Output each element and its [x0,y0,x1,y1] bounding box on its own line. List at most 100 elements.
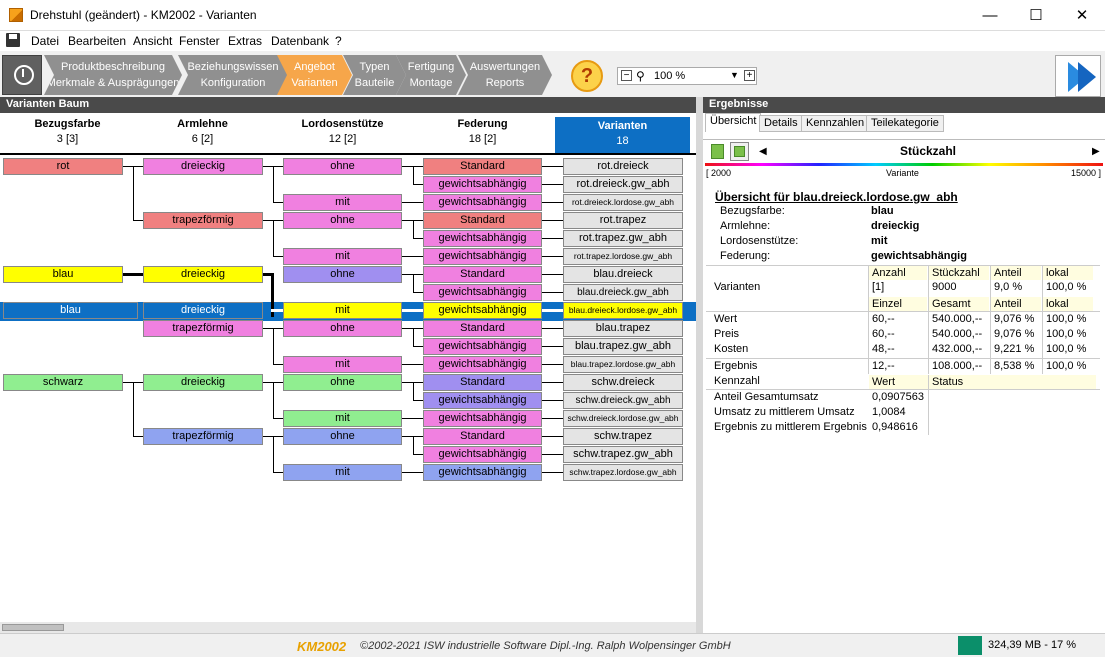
menu-datenbank[interactable]: Datenbank [271,34,329,48]
help-icon[interactable]: ? [571,60,603,92]
horizontal-scrollbar[interactable] [0,622,696,633]
tab-teilekategorie[interactable]: Teilekategorie [866,115,944,132]
tab-uebersicht[interactable]: Übersicht [705,113,762,132]
federung-node[interactable]: Standard [423,428,542,445]
federung-node[interactable]: Standard [423,212,542,229]
save-icon[interactable] [6,33,20,47]
col-header-armlehne[interactable]: Armlehne 6 [2] [135,117,270,147]
step-beziehungswissen[interactable]: Beziehungswissen Konfiguration [178,55,288,95]
lordose-node[interactable]: ohne [283,374,402,391]
federung-node[interactable]: gewichtsabhängig [423,302,542,319]
color-node[interactable]: schwarz [3,374,123,391]
color-node[interactable]: blau [3,266,123,283]
tab-details[interactable]: Details [759,115,803,132]
federung-node[interactable]: gewichtsabhängig [423,284,542,301]
variant-node[interactable]: schw.trapez.lordose.gw_abh [563,464,683,481]
step-produktbeschreibung[interactable]: Produktbeschreibung Merkmale & Ausprägun… [44,55,182,95]
variant-node[interactable]: schw.dreieck.gw_abh [563,392,683,409]
variant-node[interactable]: blau.trapez.gw_abh [563,338,683,355]
variant-node[interactable]: blau.trapez [563,320,683,337]
armlehne-node[interactable]: dreieckig [143,266,263,283]
fast-forward-icon[interactable] [1055,55,1101,97]
maximize-button[interactable]: ☐ [1013,0,1059,31]
lordose-node[interactable]: mit [283,464,402,481]
lordose-node[interactable]: ohne [283,266,402,283]
armlehne-node[interactable]: dreieckig [143,158,263,175]
lordose-node[interactable]: mit [283,302,402,319]
federung-node[interactable]: gewichtsabhängig [423,176,542,193]
variant-node[interactable]: schw.trapez.gw_abh [563,446,683,463]
menu-fenster[interactable]: Fenster [179,34,220,48]
step-typen[interactable]: Typen Bauteile [343,55,406,95]
federung-node[interactable]: Standard [423,158,542,175]
tab-kennzahlen[interactable]: Kennzahlen [801,115,870,132]
federung-node[interactable]: gewichtsabhängig [423,248,542,265]
lordose-node[interactable]: mit [283,410,402,427]
step-angebot[interactable]: Angebot Varianten [277,55,352,95]
armlehne-node[interactable]: dreieckig [143,302,263,319]
federung-node[interactable]: gewichtsabhängig [423,446,542,463]
armlehne-node[interactable]: dreieckig [143,374,263,391]
variant-node[interactable]: blau.dreieck.lordose.gw_abh [563,302,683,319]
metric-prev-icon[interactable]: ◀ [759,146,767,157]
federung-node[interactable]: Standard [423,320,542,337]
lordose-node[interactable]: ohne [283,320,402,337]
variant-node[interactable]: blau.dreieck.gw_abh [563,284,683,301]
armlehne-node[interactable]: trapezförmig [143,320,263,337]
lordose-node[interactable]: mit [283,356,402,373]
col-header-lordosenstuetze[interactable]: Lordosenstütze 12 [2] [275,117,410,147]
lordose-node[interactable]: ohne [283,158,402,175]
filter-icon[interactable] [711,144,724,159]
variant-node[interactable]: rot.trapez.lordose.gw_abh [563,248,683,265]
lordose-node[interactable]: mit [283,194,402,211]
metric-next-icon[interactable]: ▶ [1092,146,1100,157]
federung-node[interactable]: gewichtsabhängig [423,410,542,427]
col-header-federung[interactable]: Federung 18 [2] [415,117,550,147]
lordose-node[interactable]: mit [283,248,402,265]
col-header-varianten[interactable]: Varianten 18 [555,117,690,153]
step-label-2: Bauteile [354,77,395,89]
color-node[interactable]: blau [3,302,138,319]
variant-node[interactable]: blau.trapez.lordose.gw_abh [563,356,683,373]
chevron-down-icon[interactable]: ▼ [730,70,739,80]
federung-node[interactable]: gewichtsabhängig [423,338,542,355]
federung-node[interactable]: gewichtsabhängig [423,392,542,409]
federung-node[interactable]: gewichtsabhängig [423,230,542,247]
variant-node[interactable]: rot.dreieck.gw_abh [563,176,683,193]
federung-node[interactable]: Standard [423,374,542,391]
variant-node[interactable]: rot.dreieck.lordose.gw_abh [563,194,683,211]
chart-icon[interactable] [730,142,749,161]
lordose-node[interactable]: ohne [283,212,402,229]
step-auswertungen[interactable]: Auswertungen Reports [458,55,552,95]
variant-node[interactable]: schw.trapez [563,428,683,445]
minimize-button[interactable]: — [967,0,1013,31]
variant-node[interactable]: blau.dreieck [563,266,683,283]
federung-node[interactable]: gewichtsabhängig [423,194,542,211]
menu-ansicht[interactable]: Ansicht [133,34,172,48]
variant-node[interactable]: rot.trapez.gw_abh [563,230,683,247]
armlehne-node[interactable]: trapezförmig [143,428,263,445]
armlehne-node[interactable]: trapezförmig [143,212,263,229]
menu-bearbeiten[interactable]: Bearbeiten [68,34,126,48]
federung-node[interactable]: gewichtsabhängig [423,464,542,481]
menu-extras[interactable]: Extras [228,34,262,48]
scrollbar-thumb[interactable] [2,624,64,631]
clock-icon[interactable] [2,55,42,95]
menu-help[interactable]: ? [335,34,342,48]
splitter[interactable] [696,97,703,633]
variant-node[interactable]: rot.trapez [563,212,683,229]
federung-node[interactable]: gewichtsabhängig [423,356,542,373]
zoom-in-button[interactable]: + [744,70,755,81]
close-button[interactable]: ✕ [1059,0,1105,31]
lordose-node[interactable]: ohne [283,428,402,445]
step-fertigung[interactable]: Fertigung Montage [396,55,466,95]
zoom-out-button[interactable]: − [621,70,632,81]
federung-node[interactable]: Standard [423,266,542,283]
variant-node[interactable]: rot.dreieck [563,158,683,175]
col-header-bezugsfarbe[interactable]: Bezugsfarbe 3 [3] [0,117,135,147]
variant-node[interactable]: schw.dreieck.lordose.gw_abh [563,410,683,427]
zoom-control[interactable]: − ⚲ 100 % ▼ + [617,67,757,85]
menu-datei[interactable]: Datei [31,34,59,48]
variant-node[interactable]: schw.dreieck [563,374,683,391]
color-node[interactable]: rot [3,158,123,175]
